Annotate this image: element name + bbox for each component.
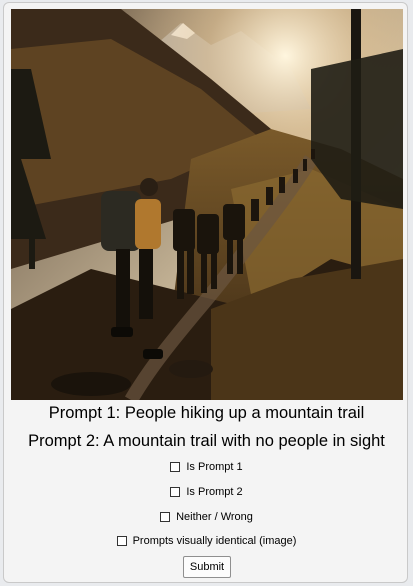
prompt-2-text: Prompt 2: A mountain trail with no peopl… — [28, 432, 385, 450]
page: Prompt 1: People hiking up a mountain tr… — [0, 0, 413, 586]
prompt-1-text: Prompt 1: People hiking up a mountain tr… — [48, 404, 365, 422]
is-prompt-1-label: Is Prompt 1 — [186, 461, 243, 473]
option-neither-wrong[interactable]: Neither / Wrong — [4, 511, 409, 523]
visually-identical-checkbox[interactable] — [116, 536, 127, 546]
submit-button[interactable]: Submit — [183, 556, 231, 578]
option-is-prompt-2[interactable]: Is Prompt 2 — [4, 486, 409, 498]
is-prompt-2-checkbox[interactable] — [170, 487, 181, 497]
comparison-card: Prompt 1: People hiking up a mountain tr… — [3, 2, 408, 583]
generated-image — [11, 9, 403, 400]
visually-identical-label: Prompts visually identical (image) — [132, 535, 297, 547]
option-visually-identical[interactable]: Prompts visually identical (image) — [4, 535, 409, 547]
option-is-prompt-1[interactable]: Is Prompt 1 — [4, 461, 409, 473]
neither-wrong-checkbox[interactable] — [160, 512, 171, 522]
is-prompt-2-label: Is Prompt 2 — [186, 486, 243, 498]
neither-wrong-label: Neither / Wrong — [176, 511, 253, 523]
is-prompt-1-checkbox[interactable] — [170, 462, 181, 472]
